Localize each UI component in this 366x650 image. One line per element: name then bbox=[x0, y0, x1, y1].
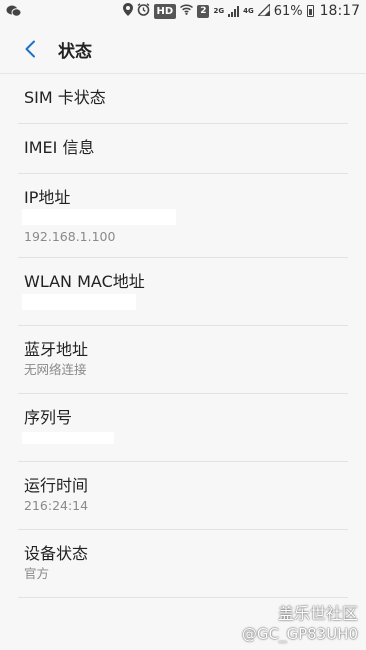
list-item-sim-status[interactable]: SIM 卡状态 bbox=[0, 74, 366, 124]
item-title: IP地址 bbox=[24, 188, 71, 207]
item-title: 序列号 bbox=[24, 408, 73, 427]
item-title: 设备状态 bbox=[24, 544, 89, 563]
item-title: IMEI 信息 bbox=[24, 138, 95, 157]
status-icons: HD 2 2G 4G 61% 18:17 bbox=[122, 1, 360, 19]
network-4g-label: 4G bbox=[243, 7, 254, 15]
list-item-wlan-mac[interactable]: WLAN MAC地址 bbox=[0, 258, 366, 326]
item-title: SIM 卡状态 bbox=[24, 88, 106, 107]
wechat-icon bbox=[6, 4, 22, 22]
app-bar: 状态 bbox=[0, 24, 366, 74]
status-bar: HD 2 2G 4G 61% 18:17 bbox=[0, 0, 366, 24]
alarm-icon bbox=[137, 3, 150, 19]
list-item-device-status[interactable]: 设备状态 官方 bbox=[0, 530, 366, 598]
status-list: SIM 卡状态 IMEI 信息 IP地址 192.168.1.100 WLAN … bbox=[0, 74, 366, 598]
wifi-icon bbox=[180, 4, 194, 18]
item-value: 216:24:14 bbox=[24, 498, 89, 513]
battery-percent: 61% bbox=[273, 3, 303, 19]
page-title: 状态 bbox=[58, 41, 92, 62]
redacted-value bbox=[22, 294, 136, 310]
item-value: 192.168.1.100 bbox=[24, 229, 116, 244]
clock: 18:17 bbox=[319, 3, 360, 19]
location-icon bbox=[122, 3, 133, 19]
back-arrow-icon bbox=[25, 40, 35, 58]
list-item-bluetooth-address[interactable]: 蓝牙地址 无网络连接 bbox=[0, 326, 366, 394]
redacted-value bbox=[22, 209, 176, 225]
back-button[interactable] bbox=[10, 29, 50, 69]
divider bbox=[18, 597, 348, 598]
watermark-brand: 盖乐世社区 bbox=[277, 604, 358, 623]
redacted-value bbox=[22, 432, 114, 444]
item-title: 蓝牙地址 bbox=[24, 340, 89, 359]
signal-4g-icon bbox=[256, 1, 271, 19]
item-title: 运行时间 bbox=[24, 476, 89, 495]
watermark-handle: @GC_GP83UH0 bbox=[241, 625, 358, 643]
hd-badge: HD bbox=[153, 3, 177, 19]
item-value: 官方 bbox=[24, 566, 50, 581]
battery-icon bbox=[306, 5, 314, 17]
item-value: 无网络连接 bbox=[24, 362, 87, 377]
list-item-serial-number[interactable]: 序列号 bbox=[0, 394, 366, 462]
list-item-ip-address[interactable]: IP地址 192.168.1.100 bbox=[0, 174, 366, 258]
signal-2g-icon bbox=[228, 5, 240, 17]
network-2g-label: 2G bbox=[213, 7, 225, 15]
watermark: 盖乐世社区 @GC_GP83UH0 bbox=[242, 604, 358, 644]
list-item-imei[interactable]: IMEI 信息 bbox=[0, 124, 366, 174]
sim2-badge: 2 bbox=[197, 4, 210, 18]
list-item-uptime[interactable]: 运行时间 216:24:14 bbox=[0, 462, 366, 530]
item-title: WLAN MAC地址 bbox=[24, 272, 145, 291]
